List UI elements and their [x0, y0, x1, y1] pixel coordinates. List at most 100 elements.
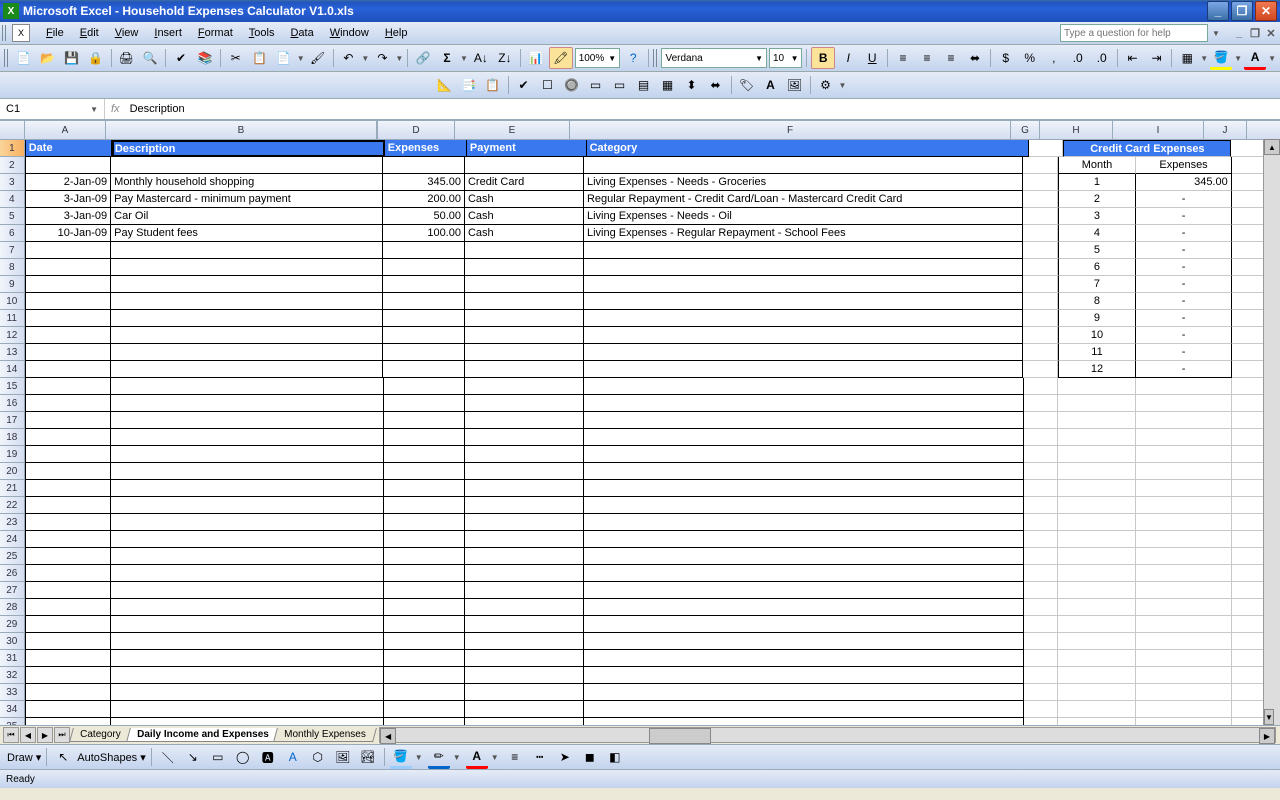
fill-color-icon[interactable]: 🪣	[1210, 47, 1232, 70]
row-header[interactable]: 20	[0, 463, 25, 480]
bold-button[interactable]: B	[811, 47, 835, 69]
cell[interactable]	[1023, 361, 1058, 378]
cell[interactable]	[1024, 412, 1059, 429]
cell[interactable]	[1023, 242, 1058, 259]
cell[interactable]: -	[1136, 293, 1231, 310]
cell[interactable]	[465, 327, 584, 344]
cell[interactable]	[465, 378, 584, 395]
col-header-D[interactable]: D	[378, 121, 455, 139]
row-header[interactable]: 22	[0, 497, 25, 514]
cell[interactable]	[25, 548, 112, 565]
cell[interactable]	[584, 378, 1024, 395]
cell[interactable]	[383, 344, 465, 361]
row-header[interactable]: 31	[0, 650, 25, 667]
cell[interactable]	[25, 361, 112, 378]
cell[interactable]	[384, 463, 466, 480]
col-header-G[interactable]: G	[1011, 121, 1040, 139]
cell[interactable]	[25, 395, 112, 412]
cell[interactable]	[384, 412, 466, 429]
arrow-icon[interactable]: ↘	[182, 747, 204, 767]
cell[interactable]	[1024, 548, 1059, 565]
row-header[interactable]: 3	[0, 174, 25, 191]
cell[interactable]	[111, 361, 383, 378]
cell[interactable]	[384, 582, 466, 599]
cell[interactable]	[1058, 497, 1136, 514]
cell[interactable]	[1058, 616, 1136, 633]
cell[interactable]	[584, 242, 1023, 259]
cell[interactable]	[1023, 157, 1058, 174]
cell[interactable]	[1023, 276, 1058, 293]
cell[interactable]	[111, 463, 383, 480]
cell[interactable]	[111, 327, 383, 344]
cell[interactable]	[383, 242, 465, 259]
row-header[interactable]: 12	[0, 327, 25, 344]
cell[interactable]	[111, 157, 383, 174]
cell[interactable]	[1024, 701, 1059, 718]
hyperlink-icon[interactable]: 🔗	[412, 48, 434, 68]
row-header[interactable]: 23	[0, 514, 25, 531]
font-color-icon[interactable]: A	[1244, 47, 1266, 70]
cell[interactable]	[1136, 565, 1231, 582]
cell[interactable]	[111, 293, 383, 310]
cell[interactable]	[465, 633, 584, 650]
cell[interactable]	[465, 242, 584, 259]
cell[interactable]	[111, 599, 383, 616]
cell[interactable]	[584, 684, 1024, 701]
cell[interactable]: -	[1136, 310, 1231, 327]
cell[interactable]	[1136, 514, 1231, 531]
help-search-input[interactable]	[1060, 24, 1208, 42]
cell[interactable]	[1024, 599, 1059, 616]
cell[interactable]: Living Expenses - Regular Repayment - Sc…	[584, 225, 1023, 242]
help-icon[interactable]: ?	[622, 48, 644, 68]
fill-color-icon[interactable]: 🪣	[390, 746, 412, 769]
cell[interactable]: 8	[1058, 293, 1137, 310]
menu-help[interactable]: Help	[377, 24, 416, 42]
cell[interactable]: 3	[1058, 208, 1137, 225]
cell[interactable]	[1023, 327, 1058, 344]
cell[interactable]: -	[1136, 361, 1231, 378]
scroll-left-icon[interactable]: ◀	[380, 728, 396, 744]
cell[interactable]	[1024, 718, 1059, 725]
cell[interactable]	[384, 565, 466, 582]
cell[interactable]	[25, 463, 112, 480]
cell[interactable]	[465, 701, 584, 718]
tool-icon[interactable]: ⬍	[681, 75, 703, 95]
cell[interactable]	[465, 412, 584, 429]
cell[interactable]	[384, 650, 466, 667]
cell[interactable]	[384, 701, 466, 718]
cell[interactable]: 1	[1058, 174, 1137, 191]
dash-style-icon[interactable]: ┅	[529, 747, 551, 767]
mdi-restore-button[interactable]: ❐	[1248, 26, 1262, 40]
cell[interactable]	[1024, 497, 1059, 514]
cell[interactable]	[584, 599, 1024, 616]
cell[interactable]	[1023, 191, 1058, 208]
cell[interactable]	[25, 344, 112, 361]
new-icon[interactable]: 📄	[13, 48, 35, 68]
cell[interactable]	[25, 616, 112, 633]
tool-icon[interactable]: ⬌	[705, 75, 727, 95]
row-header[interactable]: 28	[0, 599, 25, 616]
cell[interactable]: -	[1136, 276, 1231, 293]
cell[interactable]	[1136, 429, 1231, 446]
cell[interactable]: Month	[1058, 157, 1137, 174]
cell[interactable]	[25, 565, 112, 582]
vertical-scrollbar[interactable]: ▲ ▼	[1263, 139, 1280, 725]
line-color-icon[interactable]: ✏	[428, 746, 450, 769]
cell[interactable]	[1058, 463, 1136, 480]
cell[interactable]	[1023, 259, 1058, 276]
cut-icon[interactable]: ✂	[225, 48, 247, 68]
col-header-E[interactable]: E	[455, 121, 570, 139]
cell[interactable]	[383, 157, 465, 174]
cell[interactable]	[384, 531, 466, 548]
preview-icon[interactable]: 🔍	[139, 48, 161, 68]
cell[interactable]	[1136, 599, 1231, 616]
cell[interactable]	[1136, 548, 1231, 565]
cell[interactable]	[584, 616, 1024, 633]
cell[interactable]	[25, 412, 112, 429]
cell[interactable]: 3-Jan-09	[25, 208, 112, 225]
cell[interactable]	[1058, 378, 1136, 395]
wordart-icon[interactable]: A	[282, 747, 304, 767]
cell[interactable]	[465, 531, 584, 548]
cell[interactable]	[25, 293, 112, 310]
cell[interactable]	[1058, 480, 1136, 497]
